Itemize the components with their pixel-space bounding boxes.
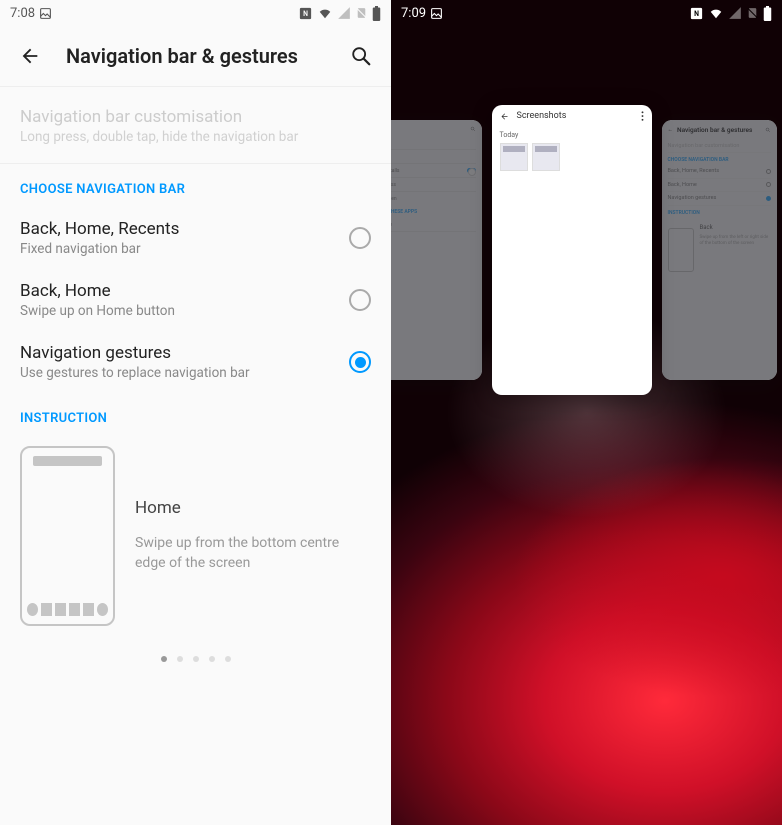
status-bar: 7:08 N	[0, 0, 391, 26]
nfc-icon: N	[298, 6, 313, 21]
option-subtitle: Use gestures to replace navigation bar	[20, 365, 349, 381]
app-header: Navigation bar & gestures	[0, 26, 391, 87]
recents-card-right[interactable]: ← Navigation bar & gestures Navigation b…	[662, 120, 777, 380]
nav-customisation-disabled: Navigation bar customisation Long press,…	[0, 87, 391, 164]
radio-selected[interactable]	[349, 351, 371, 373]
wifi-icon	[708, 6, 724, 20]
choose-nav-header: CHOOSE NAVIGATION BAR	[0, 164, 391, 207]
page-title: Navigation bar & gestures	[66, 44, 325, 68]
no-sim-icon	[355, 6, 368, 20]
option-back-home-recents[interactable]: Back, Home, Recents Fixed navigation bar	[0, 207, 391, 269]
option-title: Navigation gestures	[20, 343, 349, 363]
search-icon	[350, 45, 372, 67]
status-time: 7:08	[10, 6, 35, 21]
option-navigation-gestures[interactable]: Navigation gestures Use gestures to repl…	[0, 331, 391, 393]
recents-card-screenshots[interactable]: Screenshots Today	[492, 105, 652, 395]
battery-icon	[372, 6, 381, 21]
radio-unselected[interactable]	[349, 227, 371, 249]
recents-carousel[interactable]: ← eaker ications d party calls brightnes…	[391, 90, 782, 410]
phone-illustration	[20, 446, 115, 626]
option-back-home[interactable]: Back, Home Swipe up on Home button	[0, 269, 391, 331]
dot	[177, 656, 183, 662]
thumbnail	[532, 143, 560, 171]
settings-screen: 7:08 N Navigation bar & gestures Navigat…	[0, 0, 391, 825]
dot	[209, 656, 215, 662]
instruction-title: Home	[135, 498, 371, 518]
option-subtitle: Fixed navigation bar	[20, 241, 349, 257]
signal-icon	[728, 6, 742, 20]
svg-text:N: N	[694, 10, 699, 18]
no-sim-icon	[746, 6, 759, 20]
disabled-title: Navigation bar customisation	[20, 107, 371, 127]
arrow-left-icon	[19, 45, 41, 67]
search-button[interactable]	[349, 44, 373, 68]
back-button[interactable]	[18, 44, 42, 68]
instruction-area[interactable]: Home Swipe up from the bottom centre edg…	[0, 436, 391, 636]
option-subtitle: Swipe up on Home button	[20, 303, 349, 319]
thumbnail	[500, 143, 528, 171]
battery-icon	[763, 6, 772, 21]
image-icon	[39, 7, 52, 20]
dot	[193, 656, 199, 662]
card-title: Screenshots	[517, 111, 567, 121]
signal-icon	[337, 6, 351, 20]
radio-unselected[interactable]	[349, 289, 371, 311]
recents-card-left[interactable]: ← eaker ications d party calls brightnes…	[391, 120, 482, 380]
section-label: Today	[500, 131, 644, 139]
arrow-left-icon	[500, 112, 509, 121]
more-icon	[641, 111, 644, 121]
instruction-subtitle: Swipe up from the bottom centre edge of …	[135, 534, 371, 573]
disabled-subtitle: Long press, double tap, hide the navigat…	[20, 129, 371, 145]
dot-active	[161, 656, 167, 662]
dot	[225, 656, 231, 662]
recents-screen: 7:09 N ← eaker ications d party calls br…	[391, 0, 782, 825]
status-bar: 7:09 N	[391, 0, 782, 26]
option-title: Back, Home, Recents	[20, 219, 349, 239]
svg-text:N: N	[303, 10, 308, 18]
page-indicator	[0, 636, 391, 682]
wifi-icon	[317, 6, 333, 20]
status-time: 7:09	[401, 6, 426, 21]
instruction-header: INSTRUCTION	[0, 393, 391, 436]
image-icon	[430, 7, 443, 20]
nfc-icon: N	[689, 6, 704, 21]
option-title: Back, Home	[20, 281, 349, 301]
